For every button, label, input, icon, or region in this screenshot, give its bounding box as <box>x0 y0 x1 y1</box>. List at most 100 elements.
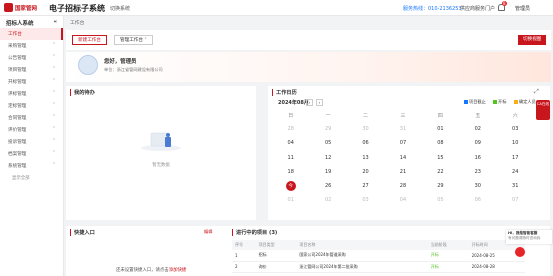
calendar-day[interactable]: 05 <box>422 193 459 207</box>
calendar-day[interactable]: 03 <box>347 193 384 207</box>
calendar-day[interactable]: 01 <box>272 193 309 207</box>
show-all-link[interactable]: 显示全部 <box>0 172 63 184</box>
calendar-day[interactable]: 06 <box>347 136 384 150</box>
table-row[interactable]: 2 询价 浙江管网公司2024年第二批采购 开标 2024-08-28 <box>232 261 525 273</box>
sidebar-item[interactable]: 工作台 <box>0 28 63 40</box>
sidebar-item-label: 项目管理 <box>8 68 27 73</box>
calendar-day[interactable]: 30 <box>347 122 384 136</box>
ongoing-projects-panel: 进行中的项目 (3) 序号 项目类型 项目名称 当前阶段 开标时间 1 招标 国家公司2024… <box>228 226 550 276</box>
calendar-day[interactable]: 10 <box>497 136 534 150</box>
sidebar-item[interactable]: 项目管理 ˅ <box>0 64 63 76</box>
switch-system-link[interactable]: 切换系统 <box>110 5 130 12</box>
calendar-day[interactable]: 03 <box>497 122 534 136</box>
ongoing-title: 进行中的项目 (3) <box>232 229 277 236</box>
calendar-day[interactable]: 20 <box>347 165 384 179</box>
calendar-day[interactable]: 12 <box>309 151 346 165</box>
calendar-day[interactable]: 30 <box>459 179 496 193</box>
add-quick-link[interactable]: 添加快捷 <box>169 268 187 273</box>
calendar-day[interactable]: 28 <box>272 122 309 136</box>
sidebar-item[interactable]: 合同管理 ˅ <box>0 112 63 124</box>
new-workbench-button[interactable]: 新建工作台 <box>72 35 107 45</box>
ongoing-title-text: 进行中的项目 <box>236 230 268 236</box>
ca-online-button[interactable]: CA在线 <box>536 100 550 120</box>
calendar-day[interactable]: 31 <box>384 122 421 136</box>
table-cell: 1 <box>232 250 256 262</box>
calendar-day[interactable]: 18 <box>272 165 309 179</box>
sidebar-item[interactable]: 采购管理 ˅ <box>0 40 63 52</box>
calendar-day[interactable]: 06 <box>459 193 496 207</box>
system-title: 电子招标子系统 <box>49 4 105 13</box>
calendar-day[interactable]: 15 <box>422 151 459 165</box>
manage-workbench-dropdown[interactable]: 管理工作台 ˅ <box>114 35 153 45</box>
avatar <box>78 55 98 75</box>
user-menu[interactable]: 管理员 <box>515 5 530 12</box>
weekday-label: 三 <box>400 112 406 119</box>
chat-subtitle: 有问题请随时咨询我 <box>508 236 541 240</box>
calendar-day[interactable]: 26 <box>309 179 346 193</box>
empty-illustration <box>141 132 181 151</box>
calendar-day[interactable]: 02 <box>459 122 496 136</box>
service-hotline: 服务热线：010-2136253 <box>403 6 462 12</box>
calendar-day[interactable]: 31 <box>497 179 534 193</box>
next-month-icon[interactable]: › <box>316 99 323 106</box>
calendar-day[interactable]: 今 <box>272 179 309 193</box>
sidebar-item[interactable]: 定标管理 ˅ <box>0 100 63 112</box>
expand-icon[interactable]: ⤢ <box>534 88 539 96</box>
sidebar-title: 招标人系统 <box>6 21 34 27</box>
chat-popup[interactable]: Hi，我是智能客服 有问题请随时咨询我 <box>506 230 552 244</box>
calendar-day[interactable]: 17 <box>497 151 534 165</box>
quick-empty: 还未设置快捷入口，请点击添加快捷 <box>116 267 186 273</box>
collapse-icon[interactable]: « <box>53 19 57 25</box>
sidebar-item[interactable]: 评标管理 ˅ <box>0 88 63 100</box>
table-row[interactable]: 1 招标 国家公司2024年管道采购 开标 2024-08-25 <box>232 250 525 262</box>
calendar-day[interactable]: 08 <box>422 136 459 150</box>
sidebar-item[interactable]: 系统管理 ˅ <box>0 160 63 172</box>
calendar-day[interactable]: 04 <box>384 193 421 207</box>
calendar-day[interactable]: 23 <box>459 165 496 179</box>
calendar-day[interactable]: 07 <box>497 193 534 207</box>
calendar-day[interactable]: 04 <box>272 136 309 150</box>
sidebar-item-label: 采购管理 <box>8 44 27 49</box>
switch-view-button[interactable]: 切换视图 <box>518 35 547 45</box>
sidebar-item-label: 合同管理 <box>8 116 27 121</box>
calendar-week: 28 29 30 31 01 02 03 <box>272 122 534 136</box>
calendar-day[interactable]: 19 <box>309 165 346 179</box>
sidebar-item[interactable]: 开标管理 ˅ <box>0 76 63 88</box>
sidebar-item[interactable]: 档案管理 ˅ <box>0 148 63 160</box>
calendar-day[interactable]: 28 <box>384 179 421 193</box>
sidebar-item[interactable]: 投诉管理 ˅ <box>0 136 63 148</box>
calendar-day[interactable]: 14 <box>384 151 421 165</box>
calendar-day[interactable]: 27 <box>347 179 384 193</box>
calendar-day[interactable]: 29 <box>309 122 346 136</box>
sidebar-header: 招标人系统 « <box>0 16 63 28</box>
calendar-day[interactable]: 05 <box>309 136 346 150</box>
calendar-day[interactable]: 21 <box>384 165 421 179</box>
sidebar-item[interactable]: 公告管理 ˅ <box>0 52 63 64</box>
calendar-day[interactable]: 02 <box>309 193 346 207</box>
calendar-day[interactable]: 24 <box>497 165 534 179</box>
supplier-portal-link[interactable]: 供应商服务门户 <box>460 5 495 12</box>
table-cell: 2 <box>232 261 256 273</box>
sidebar-item-label: 开标管理 <box>8 80 27 85</box>
chevron-down-icon: ˅ <box>52 67 55 72</box>
calendar-day[interactable]: 07 <box>384 136 421 150</box>
calendar-day[interactable]: 13 <box>347 151 384 165</box>
calendar-day[interactable]: 22 <box>422 165 459 179</box>
chat-icon[interactable] <box>515 247 525 257</box>
prev-month-icon[interactable]: ‹ <box>306 99 313 106</box>
sidebar-item[interactable]: 评价管理 ˅ <box>0 124 63 136</box>
logo-text: 国家管网 <box>15 5 38 12</box>
sidebar-item-label: 系统管理 <box>8 164 27 169</box>
calendar-day[interactable]: 09 <box>459 136 496 150</box>
logo[interactable]: 国家管网 <box>4 3 37 12</box>
calendar-day[interactable]: 11 <box>272 151 309 165</box>
legend-item: 确定人员 <box>514 99 536 105</box>
legend-item: 开标 <box>493 99 506 105</box>
todo-title: 我的待办 <box>70 89 95 96</box>
calendar-week: 11 12 13 14 15 16 17 <box>272 151 534 165</box>
edit-link[interactable]: 编辑 <box>204 229 212 235</box>
calendar-day[interactable]: 16 <box>459 151 496 165</box>
calendar-day[interactable]: 01 <box>422 122 459 136</box>
calendar-day[interactable]: 29 <box>422 179 459 193</box>
toolbar: 新建工作台 管理工作台 ˅ 切换视图 <box>66 30 551 50</box>
